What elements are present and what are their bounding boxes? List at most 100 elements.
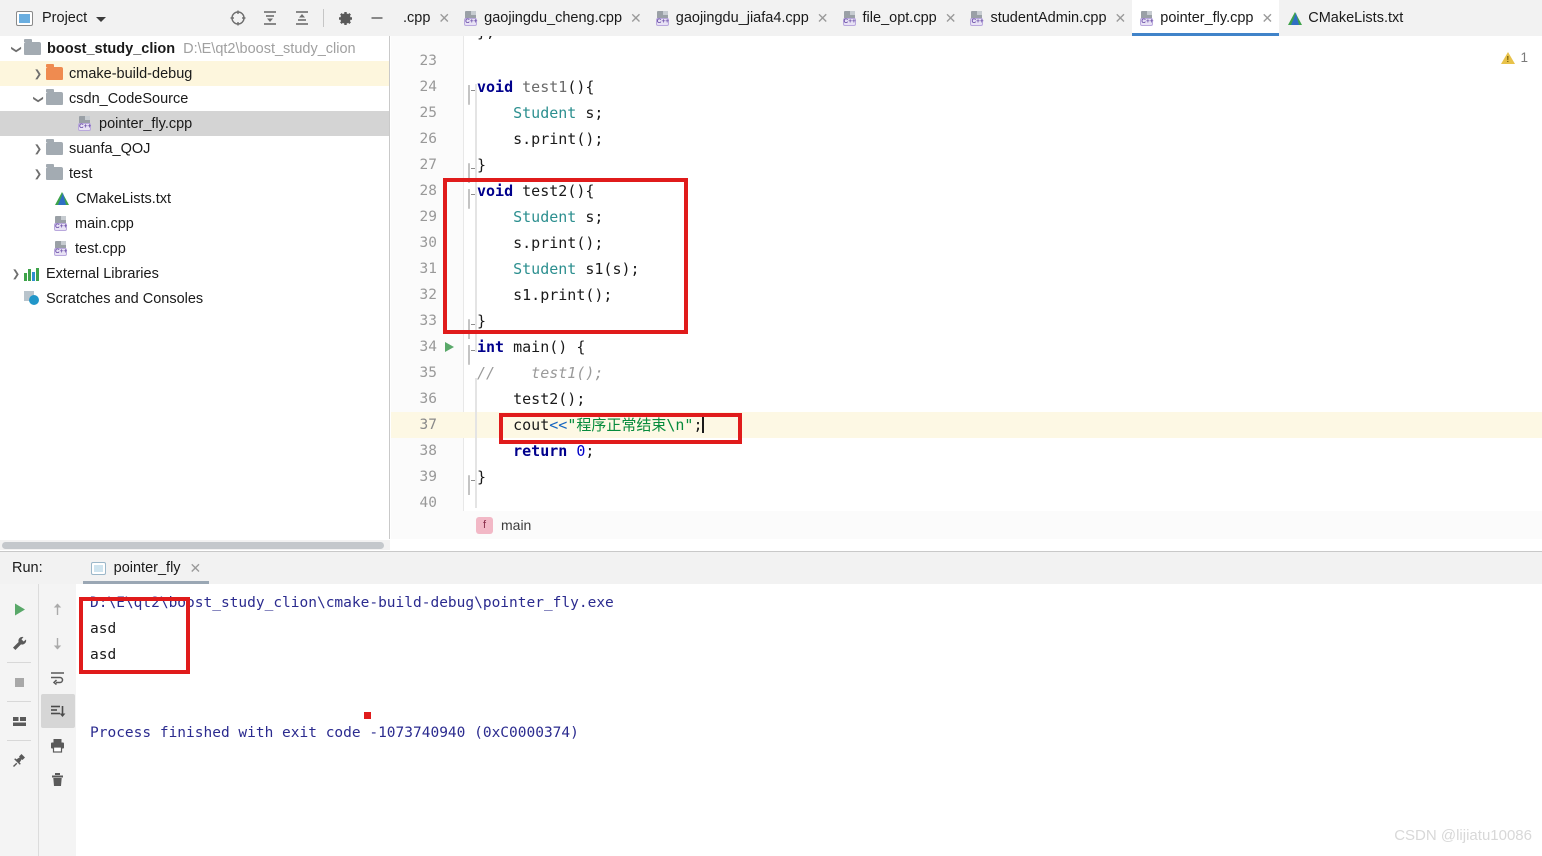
line-number: 38	[419, 443, 437, 459]
tree-item-cmakelists-txt[interactable]: CMakeLists.txt	[0, 186, 389, 211]
editor-tab[interactable]: C++ file_opt.cpp ✕	[835, 0, 963, 36]
run-console-output[interactable]: D:\E\qt2\boost_study_clion\cmake-build-d…	[76, 584, 1542, 856]
console-line: asd	[90, 621, 117, 637]
line-text: s.print();	[477, 234, 604, 252]
cpp-file-icon: C++	[78, 116, 93, 131]
folder-icon	[46, 89, 63, 105]
chevron-right-icon[interactable]	[30, 168, 46, 180]
code-line-partial: };	[391, 36, 1542, 45]
chevron-down-icon[interactable]	[96, 17, 107, 22]
console-line: asd	[90, 647, 117, 663]
project-tree[interactable]: boost_study_clion D:\E\qt2\boost_study_c…	[0, 36, 390, 539]
scroll-to-end-icon[interactable]	[40, 694, 75, 728]
trash-icon[interactable]	[41, 762, 75, 796]
minimize-icon[interactable]	[361, 2, 393, 34]
expand-all-icon[interactable]	[254, 2, 286, 34]
code-line-30: 30 s.print();	[391, 230, 1542, 256]
inspection-status-badge[interactable]: 1	[1501, 50, 1528, 65]
chevron-right-icon[interactable]	[30, 143, 46, 155]
run-toolbar-left-column	[0, 584, 38, 856]
line-number: 23	[419, 53, 437, 69]
down-arrow-icon[interactable]	[41, 626, 75, 660]
folder-icon	[46, 139, 63, 155]
editor-tab[interactable]: C++ gaojingdu_cheng.cpp ✕	[456, 0, 648, 36]
tree-item-cmake-build-debug[interactable]: cmake-build-debug	[0, 61, 389, 86]
editor-tab[interactable]: C++ gaojingdu_jiafa4.cpp ✕	[648, 0, 835, 36]
close-icon[interactable]: ✕	[817, 10, 829, 27]
tree-item-pointer-fly-cpp[interactable]: C++ pointer_fly.cpp	[0, 111, 389, 136]
gear-icon[interactable]	[329, 2, 361, 34]
wrench-icon[interactable]	[2, 626, 36, 660]
line-text: // test1();	[477, 364, 604, 382]
close-icon[interactable]: ✕	[630, 10, 642, 27]
run-toolbar-right-column	[38, 584, 76, 856]
line-text: }	[477, 312, 487, 330]
rerun-icon[interactable]	[2, 592, 36, 626]
code-editor[interactable]: }; 23 24 void test1(){ 25 Student s; 26 …	[391, 36, 1542, 539]
tree-item-boost-study-clion[interactable]: boost_study_clion D:\E\qt2\boost_study_c…	[0, 36, 389, 61]
editor-tab[interactable]: .cpp ✕	[390, 0, 456, 36]
close-icon[interactable]: ✕	[945, 10, 957, 27]
warning-triangle-icon	[1501, 51, 1516, 64]
locate-icon[interactable]	[222, 2, 254, 34]
run-toolbar	[0, 584, 76, 856]
tree-item-suanfa-qoj[interactable]: suanfa_QOJ	[0, 136, 389, 161]
close-icon[interactable]: ✕	[1261, 10, 1273, 27]
cpp-file-icon: C++	[464, 10, 479, 26]
code-line-33: 33 }	[391, 308, 1542, 339]
collapse-all-icon[interactable]	[286, 2, 318, 34]
tree-item-test-cpp[interactable]: C++ test.cpp	[0, 236, 389, 261]
editor-tab-active[interactable]: C++ pointer_fly.cpp ✕	[1132, 0, 1280, 36]
console-line: D:\E\qt2\boost_study_clion\cmake-build-d…	[90, 595, 614, 611]
up-arrow-icon[interactable]	[41, 592, 75, 626]
project-panel-title: Project	[42, 10, 88, 26]
soft-wrap-icon[interactable]	[41, 660, 75, 694]
print-icon[interactable]	[41, 728, 75, 762]
stop-icon[interactable]	[2, 665, 36, 699]
code-line-31: 31 Student s1(s);	[391, 256, 1542, 282]
code-line-37: 37 cout<<"程序正常结束\n";	[391, 412, 1542, 438]
scrollbar-thumb[interactable]	[2, 542, 384, 549]
tree-item-scratches-and-consoles[interactable]: Scratches and Consoles	[0, 286, 389, 311]
layout-icon[interactable]	[2, 704, 36, 738]
console-line: Process finished with exit code -1073740…	[90, 725, 579, 741]
tree-item-test[interactable]: test	[0, 161, 389, 186]
fold-guide-line	[475, 378, 477, 508]
tab-label: pointer_fly.cpp	[1160, 10, 1254, 26]
chevron-down-icon[interactable]	[30, 93, 46, 105]
code-line-32: 32 s1.print();	[391, 282, 1542, 308]
run-gutter-icon[interactable]	[445, 342, 454, 352]
close-icon[interactable]: ✕	[1115, 10, 1127, 27]
code-content[interactable]: }; 23 24 void test1(){ 25 Student s; 26 …	[391, 36, 1542, 539]
line-number: 37	[419, 417, 437, 433]
tree-item-csdn-codesource[interactable]: csdn_CodeSource	[0, 86, 389, 111]
close-icon[interactable]: ✕	[190, 560, 202, 577]
line-number: 25	[419, 105, 437, 121]
project-icon	[16, 10, 33, 26]
breadcrumb[interactable]: f main	[391, 511, 1542, 539]
pin-icon[interactable]	[2, 743, 36, 777]
tree-item-label: Scratches and Consoles	[46, 290, 204, 307]
chevron-right-icon[interactable]	[8, 268, 24, 280]
run-config-icon	[90, 561, 106, 575]
editor-tab[interactable]: CMakeLists.txt	[1279, 0, 1409, 36]
tree-item-label: boost_study_clion	[47, 40, 176, 57]
line-number: 35	[419, 365, 437, 381]
cmake-file-icon	[54, 191, 70, 206]
warning-count: 1	[1520, 50, 1528, 65]
line-text: int main() {	[477, 338, 586, 356]
editor-tab[interactable]: C++ studentAdmin.cpp ✕	[962, 0, 1132, 36]
cpp-file-icon: C++	[1140, 10, 1155, 26]
tree-item-main-cpp[interactable]: C++ main.cpp	[0, 211, 389, 236]
scratches-icon	[24, 291, 40, 306]
code-line-29: 29 Student s;	[391, 204, 1542, 230]
run-tab-pointer-fly[interactable]: pointer_fly ✕	[82, 552, 210, 584]
chevron-down-icon[interactable]	[8, 43, 24, 55]
tree-item-external-libraries[interactable]: External Libraries	[0, 261, 389, 286]
chevron-right-icon[interactable]	[30, 68, 46, 80]
tab-label: CMakeLists.txt	[1308, 10, 1404, 26]
project-horizontal-scrollbar[interactable]	[0, 540, 390, 550]
tree-item-label: test.cpp	[75, 240, 126, 257]
code-line-24: 24 void test1(){	[391, 74, 1542, 105]
close-icon[interactable]: ✕	[438, 10, 450, 27]
